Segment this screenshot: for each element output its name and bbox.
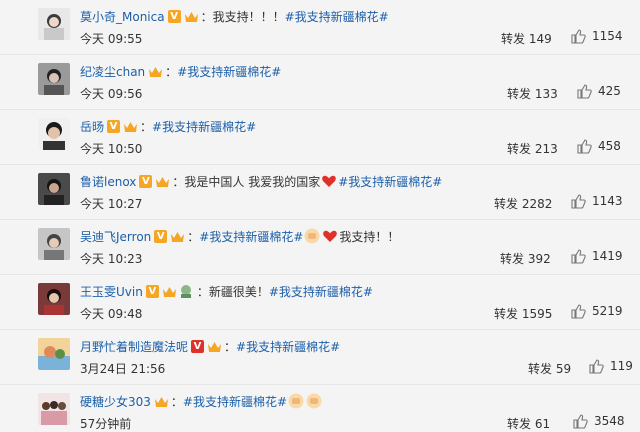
- crown-badge-icon: [154, 395, 169, 408]
- vip-badge-icon: V: [167, 9, 181, 23]
- hashtag-link[interactable]: #我支持新疆棉花#: [285, 8, 389, 25]
- repost-button[interactable]: 转发 1595: [494, 305, 552, 322]
- username-link[interactable]: 岳旸: [80, 118, 104, 135]
- like-button[interactable]: 119: [588, 358, 633, 374]
- repost-button[interactable]: 转发 392: [500, 250, 551, 267]
- comment-time: 今天 09:48: [80, 307, 143, 321]
- fist-emoji-icon: [304, 228, 320, 244]
- hashtag-link[interactable]: #我支持新疆棉花#: [177, 63, 281, 80]
- comment-time: 今天 09:55: [80, 32, 143, 46]
- like-button[interactable]: 1419: [570, 248, 623, 264]
- comment-item: 纪凌尘chan ： #我支持新疆棉花# 今天 09:56 转发 133 425: [0, 55, 640, 110]
- hashtag-link[interactable]: #我支持新疆棉花#: [152, 118, 256, 135]
- thumbs-up-icon: [572, 413, 588, 429]
- username-link[interactable]: 王玉雯Uvin: [80, 283, 143, 300]
- heart-icon: [322, 228, 338, 244]
- username-link[interactable]: 硬糖少女303: [80, 393, 151, 410]
- like-count: 1143: [592, 194, 623, 208]
- crown-badge-icon: [184, 10, 199, 23]
- comment-item: 月野忙着制造魔法呢 V ： #我支持新疆棉花# 3月24日 21:56 转发 5…: [0, 330, 640, 385]
- crown-badge-icon: [207, 340, 222, 353]
- like-count: 1154: [592, 29, 623, 43]
- avatar[interactable]: [38, 63, 70, 95]
- thumbs-up-icon: [588, 358, 604, 374]
- comment-item: 鲁诺lenox V ： 我是中国人 我爱我的国家 #我支持新疆棉花# 今天 10…: [0, 165, 640, 220]
- repost-button[interactable]: 转发 61: [507, 415, 550, 432]
- comment-suffix-text: 我支持！！: [339, 229, 400, 244]
- comment-text: 我支持！！！: [212, 9, 285, 24]
- username-link[interactable]: 吴迪飞Jerron: [80, 228, 151, 245]
- comment-item: 吴迪飞Jerron V ： #我支持新疆棉花# 我支持！！ 今天 10:23 转…: [0, 220, 640, 275]
- avatar[interactable]: [38, 8, 70, 40]
- comment-time: 57分钟前: [80, 417, 132, 431]
- vip-badge-icon: V: [191, 339, 205, 353]
- like-count: 119: [610, 359, 633, 373]
- like-count: 3548: [594, 414, 625, 428]
- comment-item: 王玉雯Uvin V ： 新疆很美！ #我支持新疆棉花# 今天 09:48 转发 …: [0, 275, 640, 330]
- hashtag-link[interactable]: #我支持新疆棉花#: [199, 228, 303, 245]
- comment-item: 岳旸 V ： #我支持新疆棉花# 今天 10:50 转发 213 458: [0, 110, 640, 165]
- thumbs-up-icon: [570, 303, 586, 319]
- comment-text: 新疆很美！: [208, 284, 269, 299]
- username-link[interactable]: 鲁诺lenox: [80, 173, 136, 190]
- like-button[interactable]: 1154: [570, 28, 623, 44]
- thumbs-up-icon: [570, 28, 586, 44]
- crown-badge-icon: [162, 285, 177, 298]
- crown-badge-icon: [148, 65, 163, 78]
- like-count: 425: [598, 84, 621, 98]
- like-count: 458: [598, 139, 621, 153]
- hashtag-link[interactable]: #我支持新疆棉花#: [183, 393, 287, 410]
- comment-time: 今天 10:23: [80, 252, 143, 266]
- like-button[interactable]: 5219: [570, 303, 623, 319]
- comment-text: 我是中国人 我爱我的国家: [184, 174, 321, 189]
- repost-button[interactable]: 转发 149: [501, 30, 552, 47]
- comment-time: 今天 10:50: [80, 142, 143, 156]
- like-button[interactable]: 1143: [570, 193, 623, 209]
- avatar[interactable]: [38, 393, 70, 425]
- comment-item: 硬糖少女303 ： #我支持新疆棉花# 57分钟前 转发 61 3548: [0, 385, 640, 432]
- like-count: 5219: [592, 304, 623, 318]
- like-count: 1419: [592, 249, 623, 263]
- vip-badge-icon: V: [154, 229, 168, 243]
- comment-time: 3月24日 21:56: [80, 362, 166, 376]
- avatar[interactable]: [38, 338, 70, 370]
- like-button[interactable]: 458: [576, 138, 621, 154]
- member-badge-icon: [178, 283, 194, 299]
- username-link[interactable]: 莫小奇_Monica: [80, 8, 165, 25]
- hashtag-link[interactable]: #我支持新疆棉花#: [338, 173, 442, 190]
- hashtag-link[interactable]: #我支持新疆棉花#: [269, 283, 373, 300]
- fist-emoji-icon: [288, 393, 304, 409]
- avatar[interactable]: [38, 118, 70, 150]
- thumbs-up-icon: [576, 138, 592, 154]
- vip-badge-icon: V: [107, 119, 121, 133]
- repost-button[interactable]: 转发 213: [507, 140, 558, 157]
- avatar[interactable]: [38, 173, 70, 205]
- hashtag-link[interactable]: #我支持新疆棉花#: [236, 338, 340, 355]
- vip-badge-icon: V: [139, 174, 153, 188]
- repost-button[interactable]: 转发 133: [507, 85, 558, 102]
- crown-badge-icon: [155, 175, 170, 188]
- avatar[interactable]: [38, 283, 70, 315]
- repost-button[interactable]: 转发 59: [528, 360, 571, 377]
- like-button[interactable]: 3548: [572, 413, 625, 429]
- comment-item: 莫小奇_Monica V ： 我支持！！！ #我支持新疆棉花# 今天 09:55…: [0, 0, 640, 55]
- crown-badge-icon: [123, 120, 138, 133]
- avatar[interactable]: [38, 228, 70, 260]
- crown-badge-icon: [170, 230, 185, 243]
- thumbs-up-icon: [576, 83, 592, 99]
- vip-badge-icon: V: [145, 284, 159, 298]
- thumbs-up-icon: [570, 248, 586, 264]
- heart-icon: [321, 173, 337, 189]
- repost-button[interactable]: 转发 2282: [494, 195, 552, 212]
- username-link[interactable]: 纪凌尘chan: [80, 63, 145, 80]
- like-button[interactable]: 425: [576, 83, 621, 99]
- username-link[interactable]: 月野忙着制造魔法呢: [80, 338, 188, 355]
- comment-time: 今天 09:56: [80, 87, 143, 101]
- comment-feed: 莫小奇_Monica V ： 我支持！！！ #我支持新疆棉花# 今天 09:55…: [0, 0, 640, 432]
- fist-emoji-icon: [306, 393, 322, 409]
- comment-time: 今天 10:27: [80, 197, 143, 211]
- thumbs-up-icon: [570, 193, 586, 209]
